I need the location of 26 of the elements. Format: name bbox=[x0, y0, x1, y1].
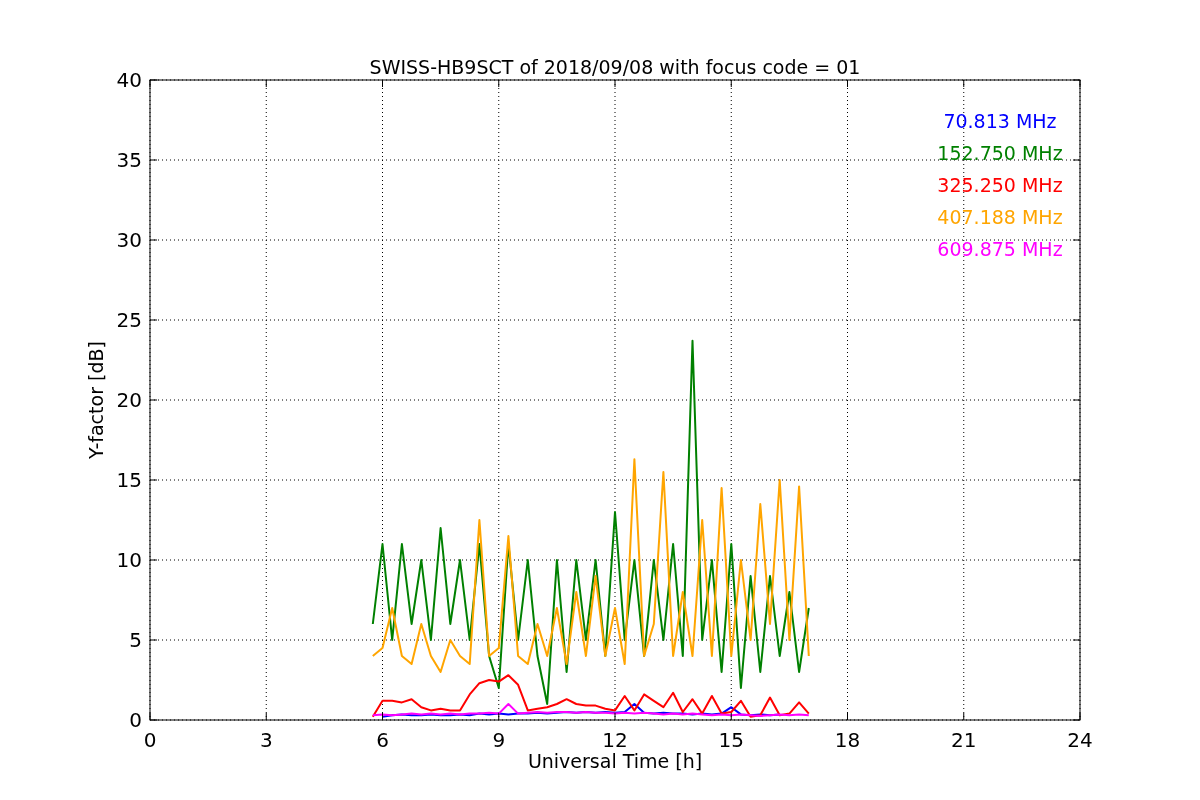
legend-label: 152.750 MHz bbox=[937, 142, 1063, 164]
legend-label: 609.875 MHz bbox=[937, 238, 1063, 260]
x-tick-label: 9 bbox=[492, 728, 506, 752]
y-tick-label: 10 bbox=[116, 548, 142, 572]
legend-label: 407.188 MHz bbox=[937, 206, 1063, 228]
y-tick-label: 0 bbox=[129, 708, 142, 732]
y-tick-label: 25 bbox=[116, 308, 142, 332]
x-tick-label: 3 bbox=[259, 728, 273, 752]
y-tick-label: 30 bbox=[116, 228, 142, 252]
x-tick-label: 21 bbox=[951, 728, 977, 752]
x-tick-label: 6 bbox=[376, 728, 389, 752]
x-tick-label: 0 bbox=[143, 728, 157, 752]
legend-label: 70.813 MHz bbox=[943, 110, 1057, 132]
x-tick-label: 18 bbox=[834, 728, 861, 752]
legend-label: 325.250 MHz bbox=[937, 174, 1063, 196]
x-tick-label: 12 bbox=[602, 728, 628, 752]
y-tick-label: 5 bbox=[129, 628, 142, 652]
y-tick-label: 20 bbox=[116, 388, 142, 412]
x-tick-label: 15 bbox=[718, 728, 744, 752]
x-tick-label: 24 bbox=[1067, 728, 1093, 752]
x-axis-label: Universal Time [h] bbox=[527, 750, 703, 772]
y-tick-label: 35 bbox=[116, 148, 142, 172]
y-axis-label: Y-factor [dB] bbox=[85, 341, 107, 459]
y-tick-label: 15 bbox=[116, 468, 142, 492]
chart-title: SWISS-HB9SCT of 2018/09/08 with focus code = 01 bbox=[369, 56, 861, 78]
y-tick-label: 40 bbox=[116, 68, 142, 92]
